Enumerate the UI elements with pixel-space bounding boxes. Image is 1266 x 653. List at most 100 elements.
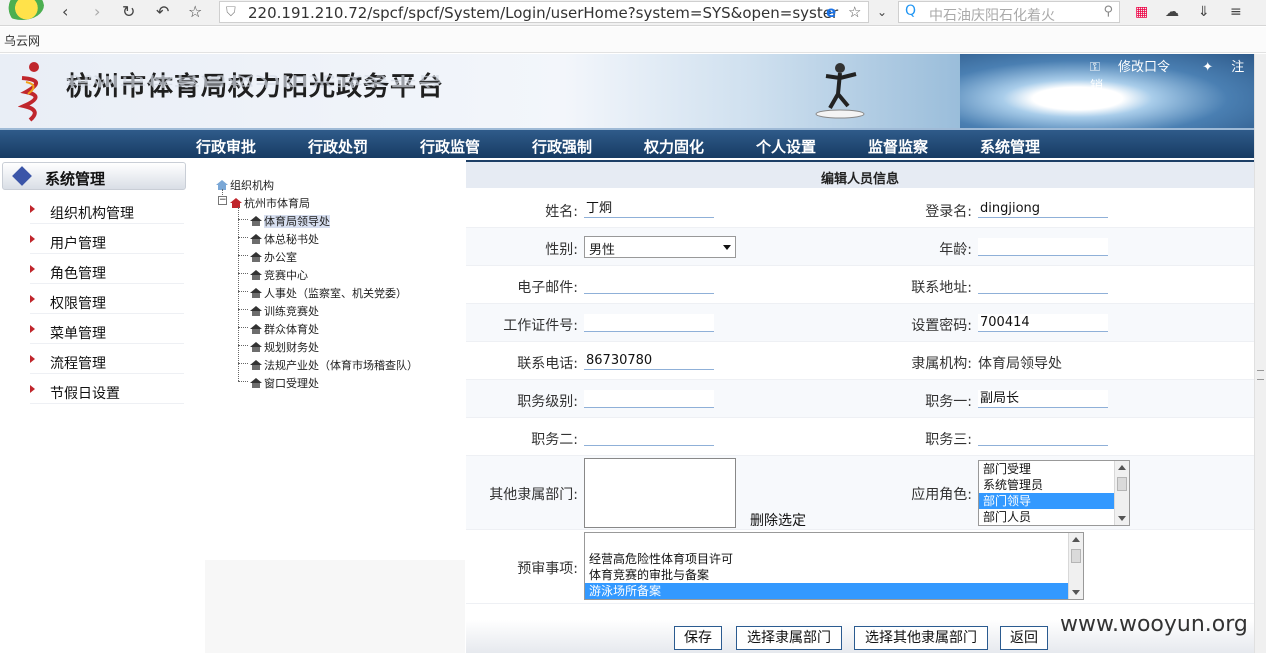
change-password-link[interactable]: ⚿ 修改口令 — [1090, 60, 1184, 75]
tree-line — [238, 309, 248, 310]
scroll-grip[interactable] — [1257, 370, 1264, 380]
password-input[interactable]: 700414 — [978, 314, 1108, 332]
arrow-icon — [30, 385, 35, 393]
scroll-thumb[interactable] — [1117, 477, 1127, 491]
gender-select[interactable]: 男性 — [584, 236, 736, 258]
page-scrollbar[interactable] — [1254, 54, 1266, 653]
tree-collapse-icon[interactable]: − — [218, 196, 227, 205]
menu-item-personal[interactable]: 个人设置 — [756, 136, 816, 157]
favorite-icon[interactable]: ☆ — [188, 2, 202, 21]
cert-input[interactable] — [584, 314, 714, 332]
sidebar-item-org[interactable]: 组织机构管理 — [30, 200, 184, 224]
watermark: www.wooyun.org — [1060, 612, 1248, 637]
email-label: 电子邮件: — [517, 280, 578, 296]
tree-node[interactable]: 法规产业处（体育市场稽查队） — [250, 357, 418, 373]
forward-icon[interactable]: › — [94, 2, 100, 21]
choose-dept-button[interactable]: 选择隶属部门 — [736, 626, 842, 650]
menu-icon[interactable]: ≡ — [1230, 4, 1242, 20]
reload-icon[interactable]: ↻ — [122, 2, 135, 21]
name-input[interactable]: 丁炯 — [584, 200, 714, 218]
arrow-icon — [30, 325, 35, 333]
home-icon — [250, 378, 262, 388]
tree-node-label: 人事处（监察室、机关党委） — [264, 287, 407, 300]
choose-other-dept-button[interactable]: 选择其他隶属部门 — [854, 626, 988, 650]
tree-node[interactable]: 群众体育处 — [250, 321, 319, 337]
roles-scrollbar[interactable] — [1114, 461, 1129, 525]
sidebar-item-workflow[interactable]: 流程管理 — [30, 350, 184, 374]
tree-node[interactable]: 窗口受理处 — [250, 375, 319, 391]
bookmark-item[interactable]: 乌云网 — [4, 32, 40, 49]
bookmark-star-icon[interactable]: ☆ — [848, 3, 861, 21]
menu-item-approval[interactable]: 行政审批 — [196, 136, 256, 157]
menu-item-inspection[interactable]: 监督监察 — [868, 136, 928, 157]
login-input[interactable]: dingjiong — [978, 200, 1108, 218]
roles-listbox[interactable]: 部门受理 系统管理员 部门领导 部门人员 — [978, 460, 1130, 526]
apps-icon[interactable]: ▦ — [1135, 4, 1148, 20]
search-input[interactable]: 中石油庆阳石化着火 — [929, 5, 1055, 25]
scroll-down-icon[interactable] — [1072, 590, 1080, 595]
role-option[interactable]: 部门人员 — [979, 509, 1129, 525]
tree-node[interactable]: 规划财务处 — [250, 339, 319, 355]
undo-icon[interactable]: ↶ — [156, 2, 169, 21]
ie-mode-icon[interactable]: e — [826, 3, 836, 21]
other-dept-list[interactable] — [584, 458, 736, 528]
pre-review-option[interactable]: 体育竞赛的审批与备案 — [585, 567, 1083, 583]
tree-node-leaders[interactable]: 体育局领导处 — [250, 213, 330, 229]
role-option[interactable]: 部门受理 — [979, 461, 1129, 477]
tree-root-label: 组织机构 — [230, 179, 274, 192]
pre-review-listbox[interactable]: 经营高危险性体育项目许可 体育竞赛的审批与备案 游泳场所备案 — [584, 532, 1084, 600]
age-input[interactable] — [978, 238, 1108, 256]
scroll-down-icon[interactable] — [1118, 516, 1126, 521]
sidebar-heading[interactable]: 系统管理 — [2, 162, 186, 190]
save-button[interactable]: 保存 — [674, 626, 722, 650]
sidebar-item-roles[interactable]: 角色管理 — [30, 260, 184, 284]
address-input[interactable] — [978, 276, 1108, 294]
menu-item-supervision[interactable]: 行政监管 — [420, 136, 480, 157]
duty3-input[interactable] — [978, 428, 1108, 446]
pre-review-option-selected[interactable]: 游泳场所备案 — [585, 583, 1083, 599]
sidebar-item-label: 用户管理 — [50, 236, 106, 252]
top-links: ⚿ 修改口令 ✦ 注 销 — [1090, 56, 1254, 94]
menu-item-penalty[interactable]: 行政处罚 — [308, 136, 368, 157]
tree-node[interactable]: 人事处（监察室、机关党委） — [250, 285, 407, 301]
phone-input[interactable]: 86730780 — [584, 352, 714, 370]
role-option[interactable]: 系统管理员 — [979, 477, 1129, 493]
chevron-down-icon[interactable]: ⌄ — [877, 5, 887, 19]
delete-selected-link[interactable]: 删除选定 — [750, 510, 806, 530]
sidebar-item-permissions[interactable]: 权限管理 — [30, 290, 184, 314]
rank-input[interactable] — [584, 390, 714, 408]
tree-node[interactable]: 竞赛中心 — [250, 267, 308, 283]
empty-area — [205, 560, 465, 653]
sidebar-item-menus[interactable]: 菜单管理 — [30, 320, 184, 344]
pre-review-option[interactable]: 经营高危险性体育项目许可 — [585, 551, 1083, 567]
scroll-thumb[interactable] — [1071, 549, 1081, 563]
tree-root[interactable]: 组织机构 — [216, 177, 274, 193]
tree-node[interactable]: 训练竞赛处 — [250, 303, 319, 319]
menu-item-power[interactable]: 权力固化 — [644, 136, 704, 157]
sidebar-item-users[interactable]: 用户管理 — [30, 230, 184, 254]
search-box[interactable]: Q 中石油庆阳石化着火 ⚲ — [898, 1, 1120, 25]
download-icon[interactable]: ⇓ — [1198, 4, 1210, 20]
search-icon[interactable]: ⚲ — [1103, 4, 1113, 19]
back-icon[interactable]: ‹ — [62, 2, 68, 21]
scroll-up-icon[interactable] — [1072, 537, 1080, 542]
menu-item-system[interactable]: 系统管理 — [980, 136, 1040, 157]
cloud-icon[interactable]: ☁ — [1165, 4, 1179, 20]
menu-item-enforcement[interactable]: 行政强制 — [532, 136, 592, 157]
home-icon — [250, 288, 262, 298]
address-bar[interactable]: ⛉ 220.191.210.72/spcf/spcf/System/Login/… — [219, 1, 869, 23]
duty1-input[interactable]: 副局长 — [978, 390, 1108, 408]
back-button[interactable]: 返回 — [1000, 626, 1048, 650]
role-option-selected[interactable]: 部门领导 — [979, 493, 1129, 509]
bookmarks-bar: 乌云网 — [0, 27, 1266, 53]
sidebar-item-holidays[interactable]: 节假日设置 — [30, 380, 184, 404]
duty2-input[interactable] — [584, 428, 714, 446]
cert-label: 工作证件号: — [503, 318, 578, 334]
scroll-up-icon[interactable] — [1118, 465, 1126, 470]
tree-node[interactable]: 办公室 — [250, 249, 297, 265]
login-label: 登录名: — [925, 204, 972, 220]
tree-node[interactable]: 体总秘书处 — [250, 231, 319, 247]
tree-node-org[interactable]: 杭州市体育局 — [230, 195, 310, 211]
email-input[interactable] — [584, 276, 714, 294]
pre-review-scrollbar[interactable] — [1068, 533, 1083, 599]
